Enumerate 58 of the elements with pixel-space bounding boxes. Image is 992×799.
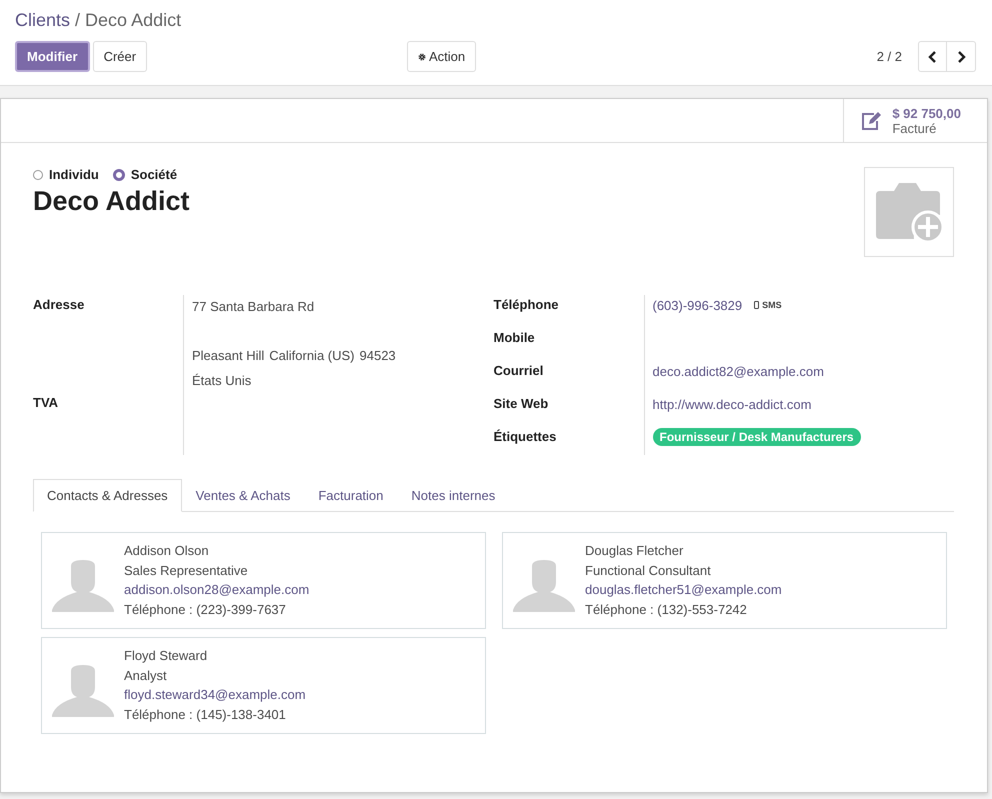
field-label: TVA (33, 394, 60, 412)
mobile-icon (754, 301, 760, 309)
contact-function: Sales Representative (124, 562, 249, 580)
field-label: Courriel (494, 362, 544, 380)
sms-button[interactable]: SMS (754, 300, 782, 310)
contact-email[interactable]: douglas.fletcher51@example.com (585, 580, 782, 600)
create-button[interactable]: Créer (92, 41, 148, 72)
pager-value: 2 / 2 (876, 49, 902, 64)
field-label: Adresse (33, 296, 86, 314)
contact-email[interactable]: addison.olson28@example.com (124, 580, 310, 600)
breadcrumb-link[interactable]: Clients (15, 10, 70, 31)
zip-value: 94523 (360, 347, 396, 365)
company-type-radio[interactable]: Individu (33, 167, 99, 182)
next-button[interactable] (947, 41, 976, 72)
invoiced-stat-button[interactable]: $ 92 750,00 Facturé (843, 99, 987, 142)
city-value: Pleasant Hill (192, 347, 264, 365)
chevron-right-icon (956, 50, 966, 62)
contact-phone: Téléphone : (223)-399-7637 (124, 600, 287, 619)
contact-card[interactable]: Douglas Fletcher Functional Consultant douglas.fletcher51@example.com Téléphone : (132)-553-7242 (502, 532, 947, 629)
field-value-link[interactable]: deco.addict82@example.com (652, 364, 824, 378)
field-label: Étiquettes (494, 428, 558, 446)
contact-function: Analyst (124, 666, 168, 685)
tab[interactable]: Contacts & Adresses (33, 479, 182, 512)
contact-card[interactable]: Addison Olson Sales Representative addison.olson28@example.com Téléphone : (223)-399-7637 (41, 532, 486, 629)
contact-function: Functional Consultant (585, 562, 712, 580)
field-label: Téléphone (494, 296, 560, 314)
street-value: 77 Santa Barbara Rd (192, 298, 316, 316)
breadcrumb-separator: / (75, 10, 80, 31)
add-photo-icon (874, 181, 944, 243)
tag: Fournisseur / Desk Manufacturers (652, 428, 861, 446)
company-type-radio[interactable]: Société (112, 167, 178, 182)
state-value: California (US) (269, 347, 355, 365)
chevron-left-icon (928, 50, 938, 62)
country-value: États Unis (192, 372, 252, 390)
person-silhouette-icon (52, 665, 114, 717)
tab[interactable]: Facturation (304, 479, 398, 512)
previous-button[interactable] (918, 41, 947, 72)
phone-value[interactable]: (603)-996-3829 (652, 298, 742, 312)
action-button[interactable]: Action (407, 41, 476, 72)
company-name: Deco Addict (33, 186, 190, 217)
field-value-link[interactable]: http://www.deco-addict.com (652, 396, 812, 412)
contact-name: Douglas Fletcher (585, 542, 684, 560)
field-label: Mobile (494, 329, 536, 347)
person-silhouette-icon (513, 560, 575, 612)
edit-icon (860, 110, 882, 130)
tab[interactable]: Ventes & Achats (182, 479, 304, 512)
field-label: Site Web (494, 395, 550, 413)
contact-name: Addison Olson (124, 542, 210, 560)
edit-button[interactable]: Modifier (15, 41, 90, 72)
contact-card[interactable]: Floyd Steward Analyst floyd.steward34@example.com Téléphone : (145)-138-3401 (41, 637, 486, 734)
contact-email[interactable]: floyd.steward34@example.com (124, 685, 306, 704)
tab[interactable]: Notes internes (397, 479, 510, 512)
contact-name: Floyd Steward (124, 647, 208, 665)
contact-phone: Téléphone : (145)-138-3401 (124, 706, 287, 724)
breadcrumb-current: Deco Addict (85, 10, 182, 31)
person-silhouette-icon (52, 560, 114, 612)
contact-phone: Téléphone : (132)-553-7242 (585, 600, 748, 619)
gear-icon (418, 52, 426, 60)
